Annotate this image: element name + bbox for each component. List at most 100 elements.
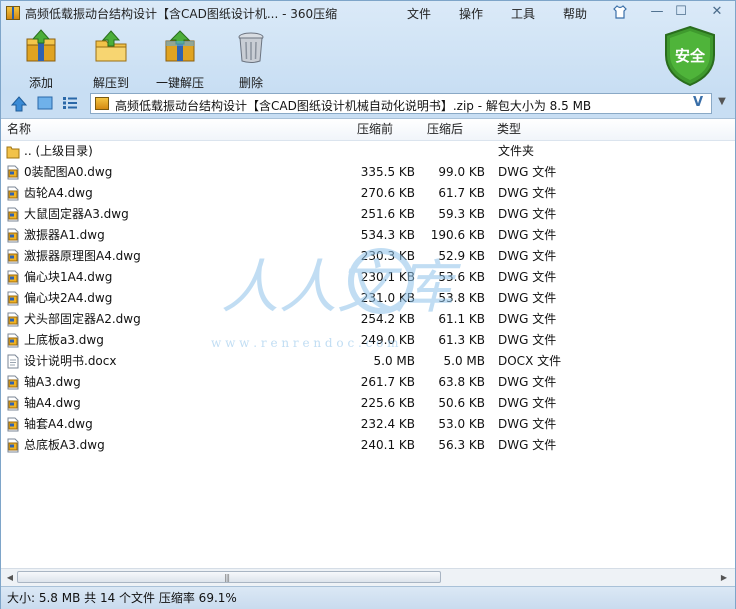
column-packed-size[interactable]: 压缩前 — [357, 119, 393, 140]
extract-folder-icon — [95, 30, 127, 62]
address-v-indicator: V — [693, 95, 704, 110]
file-type: 文件夹 — [498, 144, 535, 158]
file-packed-size: 5.0 MB — [373, 354, 415, 368]
scroll-left-icon[interactable]: ◀ — [3, 571, 17, 584]
up-arrow-icon[interactable] — [11, 96, 27, 112]
folder-icon — [6, 146, 20, 159]
title-bar: 高频低载振动台结构设计【含CAD图纸设计机... - 360压缩 文件 操作 工… — [1, 1, 735, 25]
file-compressed-size: 50.6 KB — [438, 396, 485, 410]
file-row[interactable]: 大鼠固定器A3.dwg 251.6 KB 59.3 KB DWG 文件 — [1, 204, 735, 225]
status-text: 大小: 5.8 MB 共 14 个文件 压缩率 69.1% — [7, 591, 237, 605]
extract-label: 解压到 — [92, 76, 129, 90]
column-type[interactable]: 类型 — [497, 119, 521, 140]
file-name: 齿轮A4.dwg — [24, 186, 93, 200]
one-click-extract-button[interactable]: 一键解压 — [155, 29, 205, 91]
dwg-file-icon — [7, 417, 19, 432]
file-packed-size: 335.5 KB — [360, 165, 415, 179]
menu-file[interactable]: 文件 — [407, 5, 431, 22]
file-row[interactable]: .. (上级目录) 文件夹 — [1, 141, 735, 162]
scrollbar-grip-icon: ||| — [224, 573, 230, 582]
file-name: 偏心块2A4.dwg — [24, 291, 113, 305]
toolbar: 添加 解压到 一键解压 删除 — [1, 25, 735, 91]
file-name: 犬头部固定器A2.dwg — [24, 312, 141, 326]
address-field[interactable]: 高频低载振动台结构设计【含CAD图纸设计机械自动化说明书】.zip - 解包大小… — [90, 93, 712, 114]
file-name: 设计说明书.docx — [24, 354, 117, 368]
file-row[interactable]: 0装配图A0.dwg 335.5 KB 99.0 KB DWG 文件 — [1, 162, 735, 183]
file-type: DWG 文件 — [498, 438, 557, 452]
icon-view-icon[interactable] — [37, 96, 53, 110]
file-packed-size: 270.6 KB — [360, 186, 415, 200]
delete-button[interactable]: 删除 — [229, 29, 273, 91]
file-compressed-size: 56.3 KB — [438, 438, 485, 452]
file-compressed-size: 59.3 KB — [438, 207, 485, 221]
scrollbar-thumb[interactable]: ||| — [17, 571, 441, 583]
file-type: DWG 文件 — [498, 165, 557, 179]
watermark-logo: 人人文库 w w w . r e n r e n d o c . c o m — [211, 248, 461, 349]
one-click-extract-icon — [165, 30, 195, 62]
zip-file-icon — [95, 97, 109, 110]
one-click-extract-label: 一键解压 — [155, 76, 204, 90]
menu-operation[interactable]: 操作 — [459, 5, 483, 22]
skin-shirt-icon[interactable] — [613, 5, 627, 19]
menu-tools[interactable]: 工具 — [511, 5, 535, 22]
address-dropdown-icon[interactable]: ▼ — [714, 96, 730, 112]
scroll-right-icon[interactable]: ▶ — [717, 571, 731, 584]
file-packed-size: 232.4 KB — [360, 417, 415, 431]
dwg-file-icon — [7, 207, 19, 222]
dwg-file-icon — [7, 375, 19, 390]
archive-app-icon — [6, 6, 20, 20]
file-row[interactable]: 轴A3.dwg 261.7 KB 63.8 KB DWG 文件 — [1, 372, 735, 393]
file-type: DWG 文件 — [498, 417, 557, 431]
extract-to-button[interactable]: 解压到 — [89, 29, 133, 91]
dwg-file-icon — [7, 228, 19, 243]
file-name: 轴A4.dwg — [24, 396, 81, 410]
address-bar: 高频低载振动台结构设计【含CAD图纸设计机械自动化说明书】.zip - 解包大小… — [1, 92, 735, 116]
file-row[interactable]: 总底板A3.dwg 240.1 KB 56.3 KB DWG 文件 — [1, 435, 735, 456]
window-title: 高频低载振动台结构设计【含CAD图纸设计机... - 360压缩 — [25, 7, 338, 21]
trash-bin-icon — [238, 32, 264, 63]
watermark-text: 人人文库 — [221, 253, 461, 321]
file-type: DOCX 文件 — [498, 354, 562, 368]
horizontal-scrollbar[interactable]: ◀ ||| ▶ — [1, 568, 735, 586]
file-row[interactable]: 轴A4.dwg 225.6 KB 50.6 KB DWG 文件 — [1, 393, 735, 414]
file-name: 上底板a3.dwg — [24, 333, 104, 347]
dwg-file-icon — [7, 333, 19, 348]
file-packed-size: 261.7 KB — [360, 375, 415, 389]
file-row[interactable]: 齿轮A4.dwg 270.6 KB 61.7 KB DWG 文件 — [1, 183, 735, 204]
add-archive-icon — [26, 29, 56, 62]
file-packed-size: 240.1 KB — [360, 438, 415, 452]
file-compressed-size: 5.0 MB — [443, 354, 485, 368]
file-compressed-size: 61.7 KB — [438, 186, 485, 200]
docx-file-icon — [7, 354, 19, 369]
minimize-button[interactable]: — — [647, 3, 667, 21]
file-compressed-size: 63.8 KB — [438, 375, 485, 389]
address-path: 高频低载振动台结构设计【含CAD图纸设计机械自动化说明书】.zip - 解包大小… — [115, 99, 592, 113]
file-type: DWG 文件 — [498, 396, 557, 410]
file-row[interactable]: 设计说明书.docx 5.0 MB 5.0 MB DOCX 文件 — [1, 351, 735, 372]
file-compressed-size: 53.0 KB — [438, 417, 485, 431]
delete-label: 删除 — [238, 76, 263, 90]
file-name: 0装配图A0.dwg — [24, 165, 113, 179]
column-compressed-size[interactable]: 压缩后 — [427, 119, 463, 140]
list-view-icon[interactable] — [62, 96, 78, 110]
file-name: 轴套A4.dwg — [24, 417, 93, 431]
file-packed-size: 251.6 KB — [360, 207, 415, 221]
file-row[interactable]: 轴套A4.dwg 232.4 KB 53.0 KB DWG 文件 — [1, 414, 735, 435]
column-name[interactable]: 名称 — [7, 119, 31, 140]
security-shield-icon[interactable]: 安全 — [663, 25, 717, 87]
file-compressed-size: 99.0 KB — [438, 165, 485, 179]
file-type: DWG 文件 — [498, 186, 557, 200]
maximize-button[interactable]: ☐ — [671, 3, 691, 21]
file-name: 激振器A1.dwg — [24, 228, 105, 242]
column-header-row: 名称 压缩前 压缩后 类型 — [1, 119, 735, 141]
security-label: 安全 — [675, 47, 706, 65]
dwg-file-icon — [7, 438, 19, 453]
watermark-url: w w w . r e n r e n d o c . c o m — [211, 336, 399, 349]
file-name: 大鼠固定器A3.dwg — [24, 207, 129, 221]
menu-help[interactable]: 帮助 — [563, 5, 587, 22]
close-button[interactable]: ✕ — [707, 3, 727, 21]
status-bar: 大小: 5.8 MB 共 14 个文件 压缩率 69.1% — [1, 586, 735, 609]
file-type: DWG 文件 — [498, 207, 557, 221]
add-button[interactable]: 添加 — [19, 29, 63, 91]
file-name: .. (上级目录) — [24, 144, 93, 158]
